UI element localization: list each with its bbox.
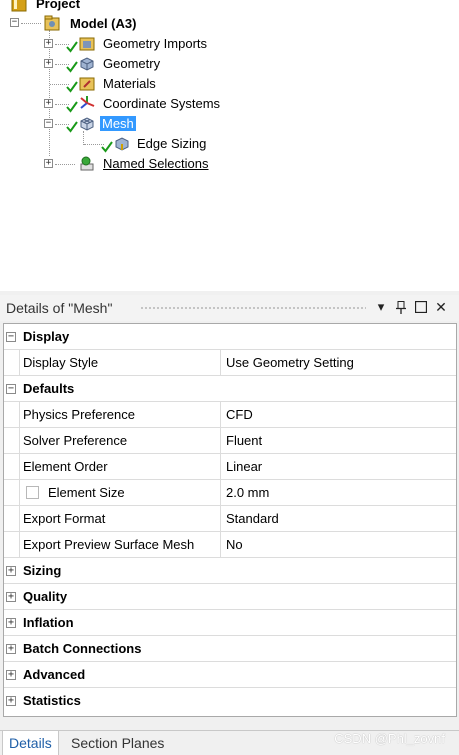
watermark: CSDN @Phl_zovnf	[334, 731, 445, 746]
pin-icon[interactable]	[393, 299, 409, 315]
restore-icon[interactable]	[413, 299, 429, 315]
section-title: Sizing	[23, 563, 62, 578]
close-icon[interactable]: ✕	[433, 299, 449, 315]
property-value[interactable]: Standard	[226, 511, 279, 526]
tree-label: Geometry Imports	[103, 36, 208, 51]
section-display[interactable]: − Display	[4, 324, 456, 350]
check-icon	[66, 81, 78, 93]
tree-label: Geometry	[103, 56, 161, 71]
check-icon	[66, 121, 78, 133]
section-title: Inflation	[23, 615, 74, 630]
tree-label-model: Model (A3)	[70, 16, 137, 31]
check-icon	[66, 101, 78, 113]
property-value[interactable]: No	[226, 537, 243, 552]
property-row-element-size[interactable]: Element Size 2.0 mm	[4, 480, 456, 506]
details-header: Details of "Mesh" ▾ ✕	[0, 295, 459, 321]
coordinate-systems-icon	[80, 96, 95, 109]
mesh-icon	[80, 117, 94, 131]
property-name: Display Style	[23, 355, 99, 370]
property-value[interactable]: Use Geometry Setting	[226, 355, 354, 370]
mesh-collapse-toggle[interactable]: −	[44, 119, 53, 128]
tree-label: Edge Sizing	[137, 136, 207, 151]
property-value[interactable]: Linear	[226, 459, 262, 474]
expand-toggle[interactable]: +	[6, 618, 16, 628]
tree-label-selected: Mesh	[100, 116, 136, 131]
tree-label-project: Project	[36, 0, 81, 11]
property-row-export-preview-surface-mesh[interactable]: Export Preview Surface Mesh No	[4, 532, 456, 558]
section-statistics[interactable]: + Statistics	[4, 688, 456, 714]
section-title: Statistics	[23, 693, 81, 708]
expand-toggle[interactable]: +	[6, 696, 16, 706]
property-value[interactable]: Fluent	[226, 433, 262, 448]
check-icon	[66, 41, 78, 53]
property-row-export-format[interactable]: Export Format Standard	[4, 506, 456, 532]
tree-connector	[55, 164, 75, 165]
collapse-toggle[interactable]: −	[6, 384, 16, 394]
geometry-imports-expand-toggle[interactable]: +	[44, 39, 53, 48]
property-value[interactable]: 2.0 mm	[226, 485, 269, 500]
named-selections-expand-toggle[interactable]: +	[44, 159, 53, 168]
tree-label: Named Selections	[103, 156, 209, 171]
tree-connector	[83, 131, 84, 145]
property-name: Element Order	[23, 459, 108, 474]
expand-toggle[interactable]: +	[6, 566, 16, 576]
property-row-solver-preference[interactable]: Solver Preference Fluent	[4, 428, 456, 454]
section-quality[interactable]: + Quality	[4, 584, 456, 610]
section-title: Defaults	[23, 381, 75, 396]
property-row-display-style[interactable]: Display Style Use Geometry Setting	[4, 350, 456, 376]
property-value[interactable]: CFD	[226, 407, 253, 422]
expand-toggle[interactable]: +	[6, 670, 16, 680]
edge-sizing-icon	[115, 137, 129, 151]
named-selections-icon	[80, 156, 94, 171]
property-name: Physics Preference	[23, 407, 135, 422]
tab-details[interactable]: Details	[2, 731, 59, 755]
project-icon	[11, 0, 27, 12]
geometry-expand-toggle[interactable]: +	[44, 59, 53, 68]
section-sizing[interactable]: + Sizing	[4, 558, 456, 584]
property-row-physics-preference[interactable]: Physics Preference CFD	[4, 402, 456, 428]
tab-section-planes[interactable]: Section Planes	[65, 731, 170, 755]
expand-toggle[interactable]: +	[6, 644, 16, 654]
property-name: Export Format	[23, 511, 106, 526]
tree-connector	[21, 23, 41, 24]
model-icon	[44, 15, 60, 31]
check-icon	[66, 61, 78, 73]
section-advanced[interactable]: + Advanced	[4, 662, 456, 688]
property-name: Solver Preference	[23, 433, 128, 448]
tree-connector	[49, 30, 50, 156]
coordinate-systems-expand-toggle[interactable]: +	[44, 99, 53, 108]
property-name: Export Preview Surface Mesh	[23, 537, 195, 552]
section-title: Quality	[23, 589, 68, 604]
check-icon	[101, 141, 113, 153]
geometry-icon	[80, 57, 94, 71]
property-name: Element Size	[48, 485, 125, 500]
details-title: Details of "Mesh"	[6, 300, 113, 316]
details-panel: Details of "Mesh" ▾ ✕ − Display Display …	[0, 291, 459, 755]
materials-icon	[79, 77, 95, 91]
section-title: Advanced	[23, 667, 86, 682]
section-title: Display	[23, 329, 70, 344]
tree-label: Materials	[103, 76, 156, 91]
section-batch-connections[interactable]: + Batch Connections	[4, 636, 456, 662]
property-row-element-order[interactable]: Element Order Linear	[4, 454, 456, 480]
tree-label: Coordinate Systems	[103, 96, 221, 111]
property-grid: − Display Display Style Use Geometry Set…	[3, 323, 457, 717]
model-collapse-toggle[interactable]: −	[10, 18, 19, 27]
section-title: Batch Connections	[23, 641, 142, 656]
parameter-checkbox[interactable]	[26, 486, 39, 499]
section-inflation[interactable]: + Inflation	[4, 610, 456, 636]
geometry-imports-icon	[79, 37, 95, 51]
dropdown-arrow-icon[interactable]: ▾	[373, 299, 389, 315]
collapse-toggle[interactable]: −	[6, 332, 16, 342]
outline-tree: Project − Model (A3) + Geometry Imports …	[0, 0, 459, 291]
panel-grip[interactable]	[140, 306, 366, 311]
section-defaults[interactable]: − Defaults	[4, 376, 456, 402]
expand-toggle[interactable]: +	[6, 592, 16, 602]
